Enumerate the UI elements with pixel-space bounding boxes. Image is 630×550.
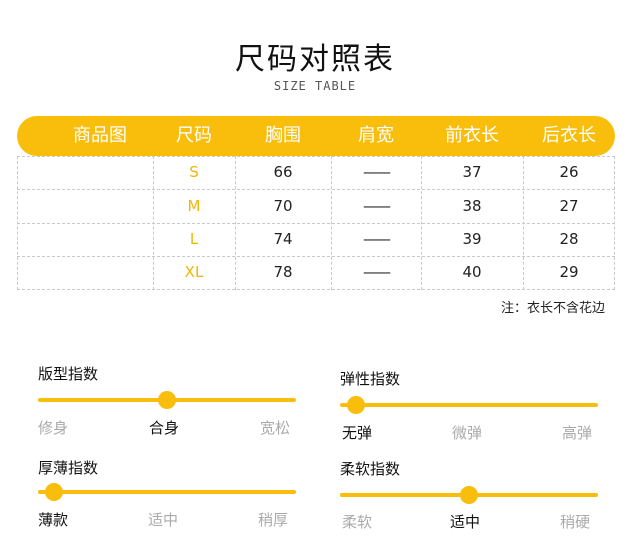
cell-shoulder: —— — [363, 230, 391, 248]
col-divider — [17, 156, 18, 290]
cell-front-length: 37 — [462, 163, 482, 181]
index-title: 版型指数 — [38, 365, 99, 383]
cell-chest: 78 — [273, 263, 293, 281]
cell-chest: 74 — [273, 230, 293, 248]
cell-back-length: 29 — [559, 263, 579, 281]
cell-back-length: 27 — [559, 197, 579, 215]
page-subtitle: SIZE TABLE — [273, 79, 357, 93]
index-knob — [460, 486, 478, 504]
index-option: 无弹 — [342, 424, 373, 442]
cell-back-length: 26 — [559, 163, 579, 181]
table-note: 注：衣长不含花边 — [500, 301, 605, 316]
col-header-shoulder: 肩宽 — [358, 125, 394, 146]
fit-index: 版型指数 修身 合身 宽松 — [38, 363, 296, 443]
index-option: 稍厚 — [258, 511, 289, 529]
col-header-front-length: 前衣长 — [445, 125, 499, 146]
size-table: 商品图 尺码 胸围 肩宽 前衣长 后衣长 S 66 —— 37 26 M 70 … — [17, 116, 615, 290]
index-title: 柔软指数 — [340, 460, 401, 478]
cell-chest: 70 — [273, 197, 293, 215]
index-option: 柔软 — [342, 513, 373, 531]
softness-index: 柔软指数 柔软 适中 稍硬 — [340, 458, 598, 538]
cell-chest: 66 — [273, 163, 293, 181]
row-divider — [17, 289, 615, 290]
index-option: 薄款 — [38, 511, 69, 529]
cell-back-length: 28 — [559, 230, 579, 248]
col-header-product-image: 商品图 — [73, 125, 127, 146]
table-body: S 66 —— 37 26 M 70 —— 38 27 L 74 —— 39 2… — [17, 156, 615, 290]
index-option: 适中 — [450, 513, 481, 531]
index-title: 弹性指数 — [340, 370, 401, 388]
col-header-chest: 胸围 — [265, 125, 301, 146]
cell-size: S — [189, 163, 199, 181]
index-knob — [45, 483, 63, 501]
index-option: 宽松 — [260, 419, 291, 437]
cell-shoulder: —— — [363, 163, 391, 181]
index-option: 微弹 — [452, 424, 483, 442]
col-header-size: 尺码 — [176, 125, 212, 146]
index-option: 合身 — [149, 419, 180, 437]
index-track — [340, 403, 598, 407]
index-option: 修身 — [38, 419, 69, 437]
index-track — [38, 490, 296, 494]
index-knob — [347, 396, 365, 414]
index-option: 高弹 — [562, 424, 593, 442]
cell-size: XL — [184, 263, 204, 281]
index-option: 适中 — [148, 511, 179, 529]
cell-front-length: 40 — [462, 263, 482, 281]
table-header: 商品图 尺码 胸围 肩宽 前衣长 后衣长 — [17, 116, 615, 156]
index-title: 厚薄指数 — [38, 459, 99, 477]
cell-shoulder: —— — [363, 263, 391, 281]
cell-size: L — [189, 230, 199, 248]
elasticity-index: 弹性指数 无弹 微弹 高弹 — [340, 368, 598, 448]
cell-shoulder: —— — [363, 197, 391, 215]
cell-size: M — [187, 197, 201, 215]
cell-front-length: 38 — [462, 197, 482, 215]
page-title: 尺码对照表 — [235, 42, 395, 77]
thickness-index: 厚薄指数 薄款 适中 稍厚 — [38, 457, 296, 537]
cell-front-length: 39 — [462, 230, 482, 248]
index-option: 稍硬 — [560, 513, 591, 531]
col-header-back-length: 后衣长 — [542, 125, 596, 146]
index-knob — [158, 391, 176, 409]
